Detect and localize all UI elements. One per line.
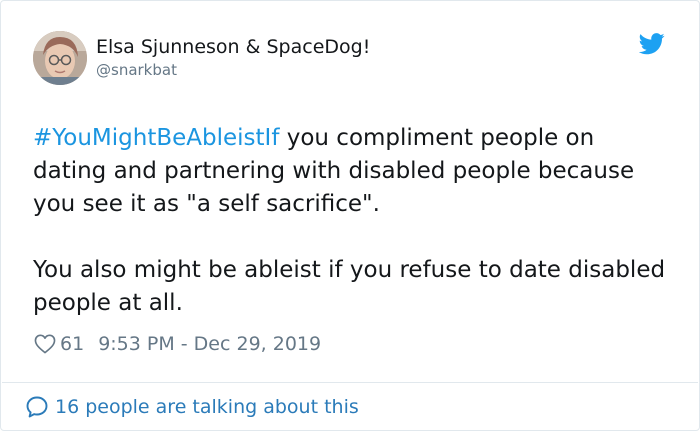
twitter-bird-icon[interactable] [639, 33, 665, 55]
tweet-meta: 61 9:53 PM - Dec 29, 2019 [34, 331, 321, 357]
author-handle[interactable]: @snarkbat [96, 60, 370, 80]
avatar-image [33, 31, 87, 85]
tweet-text: #YouMightBeAbleistIf you compliment peop… [33, 122, 673, 320]
author-names: Elsa Sjunneson & SpaceDog! @snarkbat [96, 35, 370, 80]
avatar[interactable] [33, 31, 87, 85]
author-display-name[interactable]: Elsa Sjunneson & SpaceDog! [96, 35, 370, 59]
tweet-paragraph-2: You also might be ableist if you refuse … [33, 257, 666, 316]
divider [2, 382, 698, 383]
conversation-link[interactable]: 16 people are talking about this [25, 394, 359, 420]
like-count: 61 [60, 333, 85, 355]
tweet-timestamp[interactable]: 9:53 PM - Dec 29, 2019 [98, 331, 321, 357]
speech-bubble-icon [26, 396, 48, 418]
like-button[interactable]: 61 [34, 331, 98, 357]
tweet-header: Elsa Sjunneson & SpaceDog! @snarkbat [33, 31, 679, 89]
tweet-card: Elsa Sjunneson & SpaceDog! @snarkbat #Yo… [0, 0, 700, 431]
hashtag-link[interactable]: #YouMightBeAbleistIf [33, 125, 279, 151]
tweet-paragraph-1: #YouMightBeAbleistIf you compliment peop… [33, 122, 673, 221]
heart-outline-icon [34, 334, 56, 354]
conversation-text: 16 people are talking about this [55, 396, 359, 418]
